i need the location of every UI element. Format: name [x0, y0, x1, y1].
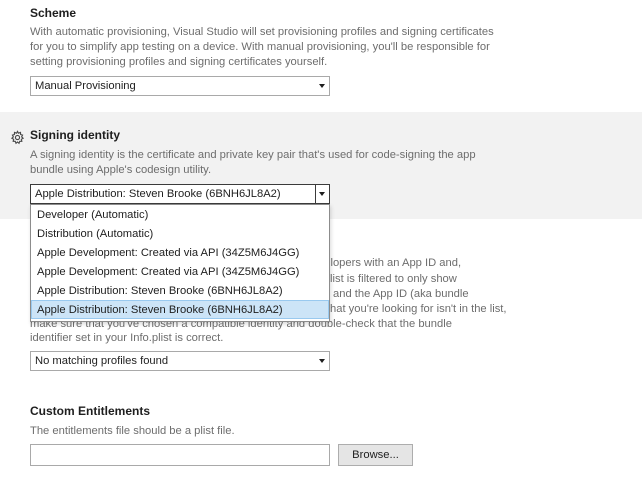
provisioning-description-fragment-3: and the App ID (aka bundle: [333, 288, 469, 300]
dropdown-option[interactable]: Apple Development: Created via API (34Z5…: [31, 262, 329, 281]
gear-icon: [10, 130, 25, 145]
signing-identity-dropdown-list: Developer (Automatic) Distribution (Auto…: [30, 204, 330, 322]
scheme-description-line-1: With automatic provisioning, Visual Stud…: [30, 26, 494, 38]
scheme-title: Scheme: [30, 6, 77, 20]
provisioning-description-fragment-2: list is filtered to only show: [330, 273, 457, 285]
scheme-select-value: Manual Provisioning: [35, 80, 136, 92]
signing-identity-select-value: Apple Distribution: Steven Brooke (6BNH6…: [35, 188, 281, 200]
provisioning-profile-select[interactable]: No matching profiles found: [30, 351, 330, 371]
custom-entitlements-title: Custom Entitlements: [30, 404, 151, 418]
chevron-down-icon: [319, 192, 325, 196]
scheme-select[interactable]: Manual Provisioning: [30, 76, 330, 96]
signing-identity-select[interactable]: Apple Distribution: Steven Brooke (6BNH6…: [30, 184, 330, 204]
provisioning-description-fragment-4: hat you're looking for isn't in the list…: [330, 303, 507, 315]
dropdown-option[interactable]: Distribution (Automatic): [31, 224, 329, 243]
chevron-down-icon: [319, 84, 325, 88]
dropdown-option[interactable]: Developer (Automatic): [31, 205, 329, 224]
scheme-description-line-3: setting provisioning profiles and signin…: [30, 56, 328, 68]
chevron-down-icon: [319, 359, 325, 363]
dropdown-option[interactable]: Apple Development: Created via API (34Z5…: [31, 243, 329, 262]
browse-button[interactable]: Browse...: [338, 444, 413, 466]
signing-identity-description-line-1: A signing identity is the certificate an…: [30, 149, 476, 161]
signing-identity-description-line-2: bundle using Apple's codesign utility.: [30, 164, 212, 176]
provisioning-profile-select-value: No matching profiles found: [35, 355, 169, 367]
signing-identity-title: Signing identity: [30, 128, 120, 142]
dropdown-option-highlighted[interactable]: Apple Distribution: Steven Brooke (6BNH6…: [31, 300, 329, 319]
provisioning-description-line-6: identifier set in your Info.plist is cor…: [30, 332, 224, 344]
ios-bundle-signing-page: Scheme With automatic provisioning, Visu…: [0, 0, 642, 480]
dropdown-option[interactable]: Apple Distribution: Steven Brooke (6BNH6…: [31, 281, 329, 300]
entitlements-file-input[interactable]: [30, 444, 330, 466]
scheme-description-line-2: for you to simplify app testing on a dev…: [30, 41, 490, 53]
custom-entitlements-description: The entitlements file should be a plist …: [30, 425, 235, 437]
